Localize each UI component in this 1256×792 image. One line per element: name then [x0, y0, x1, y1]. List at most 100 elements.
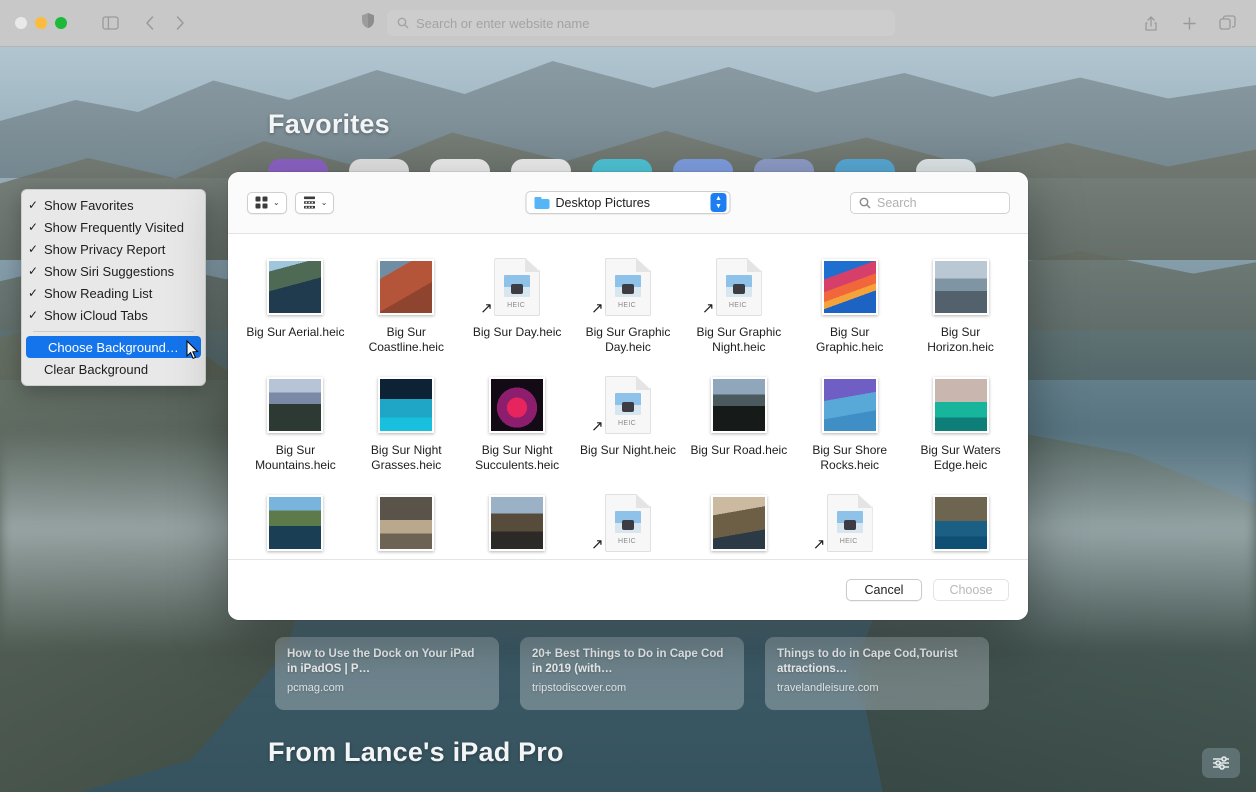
context-menu-item-label: Show Reading List [44, 286, 195, 301]
suggestion-card[interactable]: 20+ Best Things to Do in Cape Cod in 201… [520, 637, 744, 710]
sidebar-toggle-button[interactable] [95, 10, 125, 36]
context-menu-item[interactable]: ✓Show Reading List [22, 282, 205, 304]
heic-document-icon: HEIC [716, 258, 762, 316]
suggestion-card[interactable]: How to Use the Dock on Your iPad in iPad… [275, 637, 499, 710]
file-thumbnail: HEIC↗ [573, 374, 684, 436]
toolbar-right-icons [1136, 10, 1242, 36]
privacy-report-button[interactable] [361, 12, 375, 34]
file-item[interactable]: Big Sur Mountains.heic [240, 366, 351, 482]
context-menu-item[interactable]: ✓Show Favorites [22, 194, 205, 216]
file-item[interactable]: Big Sur Night Grasses.heic [351, 366, 462, 482]
chevron-down-icon: ⌄ [273, 199, 280, 207]
file-name-label: Big Sur Aerial.heic [243, 325, 347, 340]
file-item[interactable]: Big Sur Waters Edge.heic [905, 366, 1016, 482]
file-item[interactable]: HEIC↗ [794, 484, 905, 559]
file-name-label: Big Sur Waters Edge.heic [909, 443, 1013, 473]
maximize-button[interactable] [55, 17, 67, 29]
suggestion-title: Things to do in Cape Cod,Tourist attract… [777, 647, 977, 677]
file-extension-label: HEIC [605, 538, 649, 545]
alias-arrow-icon: ↗ [702, 301, 715, 316]
icon-view-button[interactable]: ⌄ [247, 192, 287, 214]
file-item[interactable] [462, 484, 573, 559]
tab-overview-button[interactable] [1212, 10, 1242, 36]
context-menu-item-label: Show Favorites [44, 198, 195, 213]
file-name-label: Big Sur Road.heic [687, 443, 791, 458]
forward-button[interactable] [165, 10, 195, 36]
dialog-search-field[interactable]: Search [850, 192, 1010, 214]
suggestion-host: tripstodiscover.com [532, 682, 732, 694]
file-extension-label: HEIC [494, 302, 538, 309]
clear-background-menu-item[interactable]: Clear Background [22, 358, 205, 380]
file-name-label: Big Sur Night Succulents.heic [465, 443, 569, 473]
file-item[interactable] [905, 484, 1016, 559]
cancel-button[interactable]: Cancel [846, 579, 922, 601]
file-item[interactable]: HEIC↗Big Sur Day.heic [462, 248, 573, 364]
file-item[interactable]: Big Sur Graphic.heic [794, 248, 905, 364]
file-item[interactable]: Big Sur Shore Rocks.heic [794, 366, 905, 482]
favorites-heading: Favorites [268, 109, 390, 140]
checkmark-icon: ✓ [22, 264, 44, 278]
dialog-search-placeholder: Search [877, 196, 917, 210]
share-icon [1144, 15, 1158, 32]
file-browser-area[interactable]: Big Sur Aerial.heic Big Sur Coastline.hei… [228, 234, 1028, 559]
image-thumbnail [267, 259, 323, 315]
alias-arrow-icon: ↗ [591, 301, 604, 316]
image-thumbnail [711, 495, 767, 551]
file-item[interactable]: HEIC↗ Big Sur Night.heic [573, 366, 684, 482]
alias-arrow-icon: ↗ [813, 537, 826, 552]
chevron-right-icon [175, 15, 185, 31]
start-page-settings-button[interactable] [1202, 748, 1240, 778]
document-preview [615, 511, 641, 533]
file-thumbnail: HEIC↗ [573, 256, 684, 318]
context-menu-item[interactable]: ✓Show Privacy Report [22, 238, 205, 260]
file-thumbnail [794, 256, 905, 318]
share-button[interactable] [1136, 10, 1166, 36]
file-item[interactable]: Big Sur Coastline.heic [351, 248, 462, 364]
context-menu-item[interactable]: ✓Show Frequently Visited [22, 216, 205, 238]
screen: Favorites How to Use the Dock on Your iP… [0, 0, 1256, 792]
file-grid: Big Sur Aerial.heic Big Sur Coastline.hei… [228, 234, 1028, 559]
file-thumbnail [794, 374, 905, 436]
folder-path-popup-button[interactable]: Desktop Pictures ▲▼ [526, 191, 731, 214]
file-item[interactable]: HEIC↗Big Sur Graphic Day.heic [573, 248, 684, 364]
up-down-stepper-icon: ▲▼ [711, 193, 727, 212]
file-item[interactable] [240, 484, 351, 559]
file-item[interactable]: Big Sur Horizon.heic [905, 248, 1016, 364]
tab-overview-icon [1219, 15, 1236, 31]
close-button[interactable] [15, 17, 27, 29]
back-button[interactable] [135, 10, 165, 36]
file-thumbnail [905, 374, 1016, 436]
choose-background-menu-item[interactable]: Choose Background… [26, 336, 201, 358]
checkmark-icon: ✓ [22, 286, 44, 300]
checkmark-icon: ✓ [22, 242, 44, 256]
group-by-button[interactable]: ⌄ [295, 192, 335, 214]
address-bar[interactable]: Search or enter website name [387, 10, 895, 36]
file-thumbnail: HEIC↗ [683, 256, 794, 318]
start-page-context-menu[interactable]: ✓Show Favorites✓Show Frequently Visited✓… [21, 189, 206, 386]
file-item[interactable] [351, 484, 462, 559]
suggestion-title: How to Use the Dock on Your iPad in iPad… [287, 647, 487, 677]
suggestion-card[interactable]: Things to do in Cape Cod,Tourist attract… [765, 637, 989, 710]
minimize-button[interactable] [35, 17, 47, 29]
file-item[interactable]: HEIC↗ Big Sur Graphic Night.heic [683, 248, 794, 364]
image-thumbnail [489, 377, 545, 433]
file-thumbnail [905, 256, 1016, 318]
file-item[interactable]: Big Sur Aerial.heic [240, 248, 351, 364]
heic-document-icon: HEIC [494, 258, 540, 316]
folder-icon [535, 197, 550, 209]
file-item[interactable] [683, 484, 794, 559]
folder-path-label: Desktop Pictures [556, 196, 711, 210]
image-thumbnail [378, 259, 434, 315]
file-name-label: Big Sur Night.heic [576, 443, 680, 458]
file-thumbnail [351, 374, 462, 436]
file-item[interactable]: Big Sur Road.heic [683, 366, 794, 482]
file-item[interactable]: HEIC↗ [573, 484, 684, 559]
file-name-label: Big Sur Graphic Night.heic [687, 325, 791, 355]
file-name-label: Big Sur Coastline.heic [354, 325, 458, 355]
heic-document-icon: HEIC [605, 258, 651, 316]
file-item[interactable]: Big Sur Night Succulents.heic [462, 366, 573, 482]
file-thumbnail [240, 492, 351, 554]
context-menu-item[interactable]: ✓Show iCloud Tabs [22, 304, 205, 326]
context-menu-item[interactable]: ✓Show Siri Suggestions [22, 260, 205, 282]
new-tab-button[interactable] [1174, 10, 1204, 36]
